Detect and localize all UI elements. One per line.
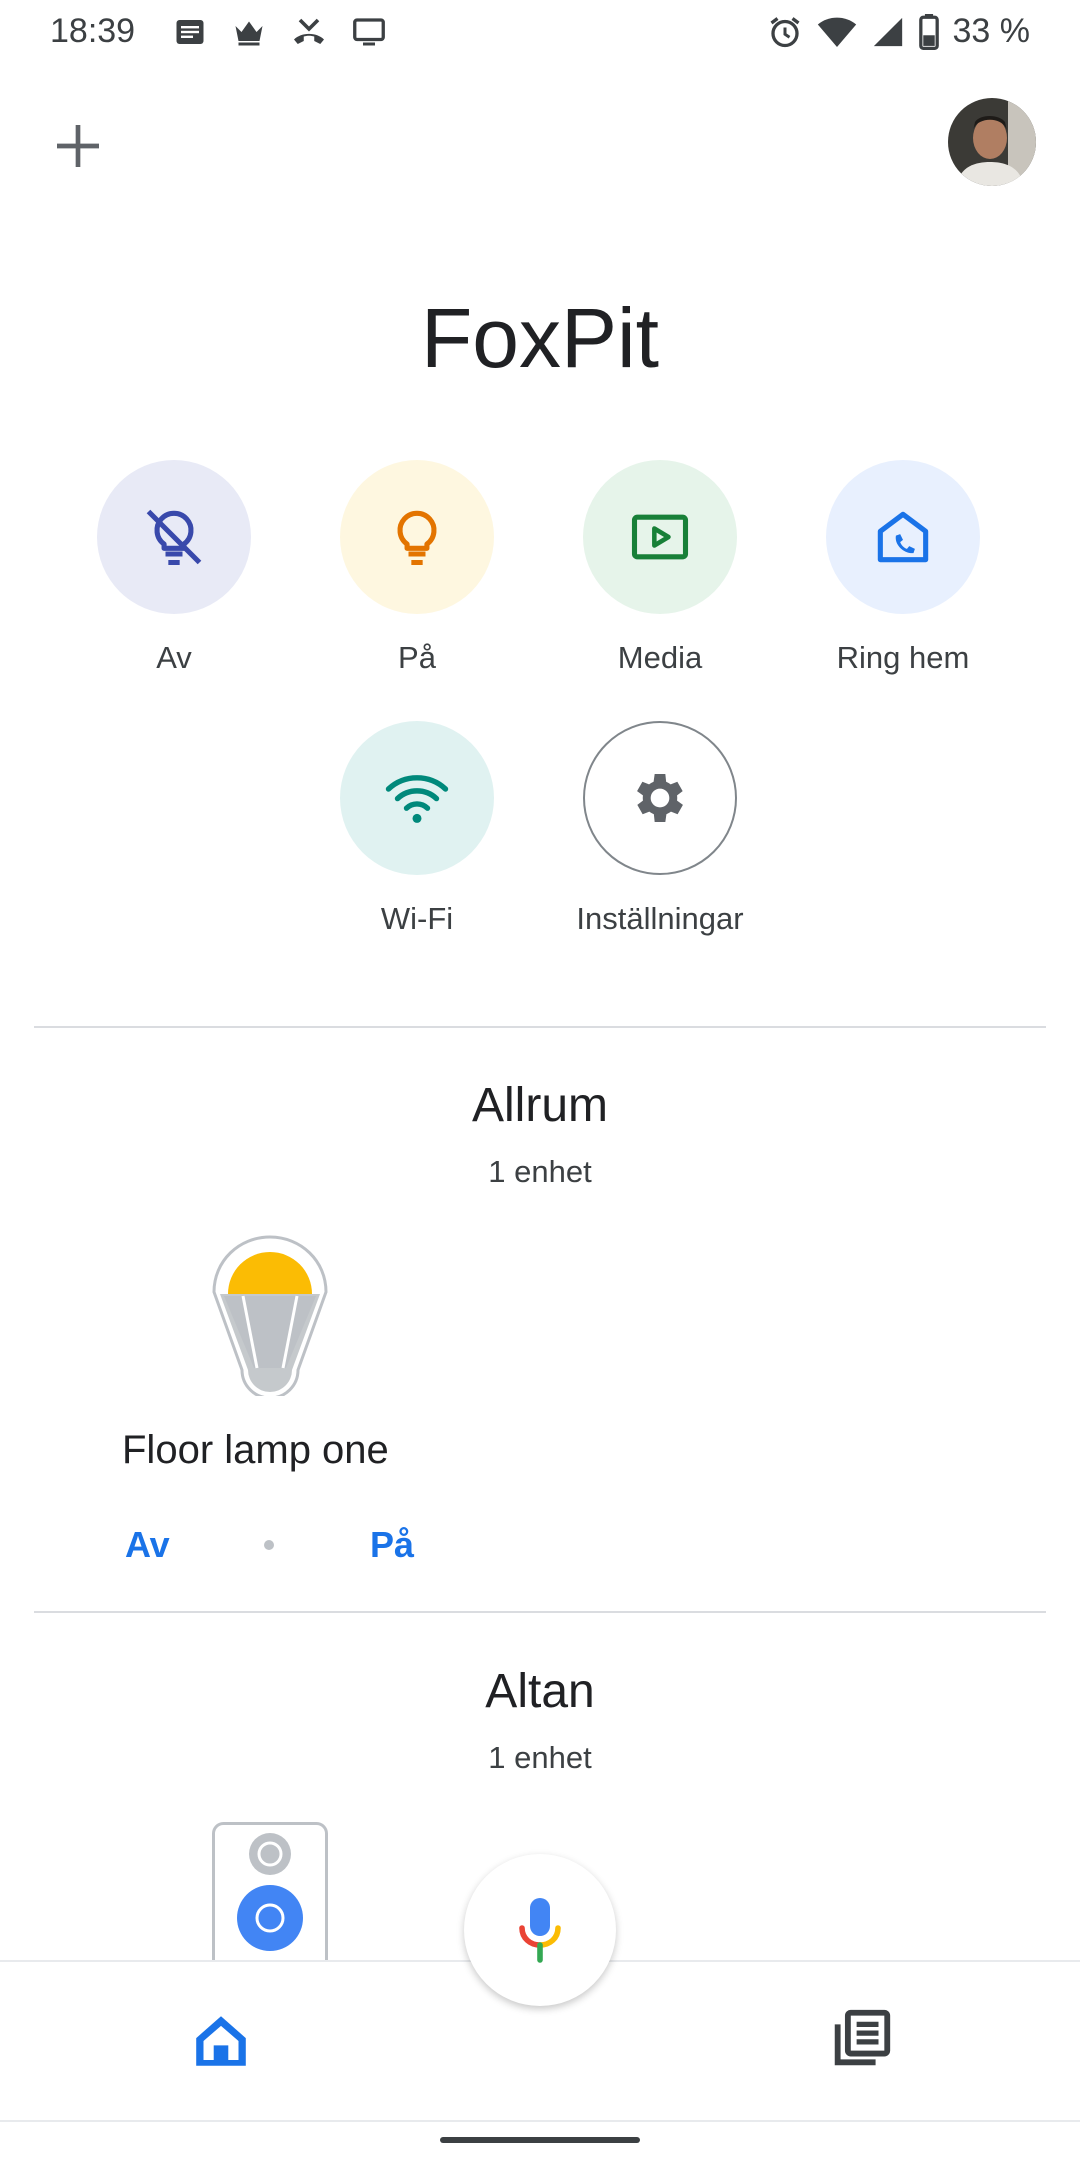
- device-on-button[interactable]: På: [370, 1524, 414, 1566]
- status-notification-icons: [172, 14, 388, 50]
- nav-feed-tab[interactable]: [826, 2004, 896, 2074]
- settings-gear-icon: [637, 774, 683, 822]
- action-lights-off[interactable]: Av: [69, 460, 279, 676]
- wifi-icon: [385, 775, 449, 823]
- action-circle: [97, 460, 251, 614]
- status-time: 18:39: [50, 12, 136, 50]
- action-circle: [583, 721, 737, 875]
- missed-call-icon: [294, 18, 324, 44]
- feed-icon: [834, 2009, 891, 2066]
- battery-icon: [918, 13, 939, 50]
- device-name[interactable]: Floor lamp one: [122, 1428, 389, 1473]
- action-label: Wi-Fi: [380, 901, 454, 936]
- action-circle: [340, 460, 494, 614]
- action-lights-on[interactable]: På: [312, 460, 522, 676]
- action-label: Ring hem: [836, 640, 970, 675]
- home-title: FoxPit: [420, 291, 660, 385]
- room-device-count: 1 enhet: [488, 1154, 592, 1189]
- device-off-button[interactable]: Av: [125, 1524, 170, 1566]
- bulb-device-icon: [212, 1235, 328, 1400]
- play-media-icon: [631, 514, 689, 560]
- device-card-floor-lamp[interactable]: [210, 1234, 330, 1400]
- lightbulb-on-icon: [397, 510, 437, 566]
- assistant-mic-button[interactable]: [464, 1854, 616, 2006]
- wifi-icon: [817, 17, 856, 47]
- account-avatar[interactable]: [948, 98, 1036, 186]
- action-call-home[interactable]: Ring hem: [798, 460, 1008, 676]
- room-title[interactable]: Altan: [0, 1664, 1080, 1719]
- status-system-icons: 33 %: [767, 12, 1031, 51]
- microphone-icon: [519, 1898, 561, 1963]
- action-wifi[interactable]: Wi-Fi: [312, 721, 522, 937]
- action-settings[interactable]: Inställningar: [555, 721, 765, 937]
- action-label: Av: [156, 640, 192, 675]
- speaker-device-icon: [212, 1822, 328, 1975]
- separator-dot: [264, 1540, 274, 1550]
- cast-screen-icon: [353, 18, 385, 46]
- news-icon: [176, 20, 204, 44]
- add-button[interactable]: [50, 118, 106, 174]
- action-media[interactable]: Media: [555, 460, 765, 676]
- action-label: Inställningar: [576, 901, 744, 936]
- room-title[interactable]: Allrum: [0, 1078, 1080, 1133]
- call-home-icon: [877, 511, 929, 563]
- crown-icon: [235, 21, 263, 46]
- lightbulb-off-icon: [146, 509, 202, 566]
- signal-icon: [873, 17, 902, 46]
- action-label: Media: [617, 640, 703, 675]
- action-circle: [826, 460, 980, 614]
- action-circle: [340, 721, 494, 875]
- section-divider: [34, 1026, 1046, 1028]
- action-label: På: [398, 640, 436, 675]
- room-device-count: 1 enhet: [488, 1740, 592, 1775]
- device-card-speaker[interactable]: [212, 1822, 328, 1975]
- plus-icon: [57, 125, 99, 167]
- avatar-photo: [948, 98, 1036, 186]
- alarm-icon: [770, 16, 799, 47]
- home-icon: [196, 2016, 246, 2066]
- section-divider: [34, 1611, 1046, 1613]
- battery-percent: 33 %: [952, 12, 1031, 50]
- gesture-handle[interactable]: [440, 2137, 640, 2143]
- status-bar: 18:39 33 %: [0, 0, 1080, 66]
- nav-home-tab[interactable]: [186, 2006, 256, 2076]
- action-circle: [583, 460, 737, 614]
